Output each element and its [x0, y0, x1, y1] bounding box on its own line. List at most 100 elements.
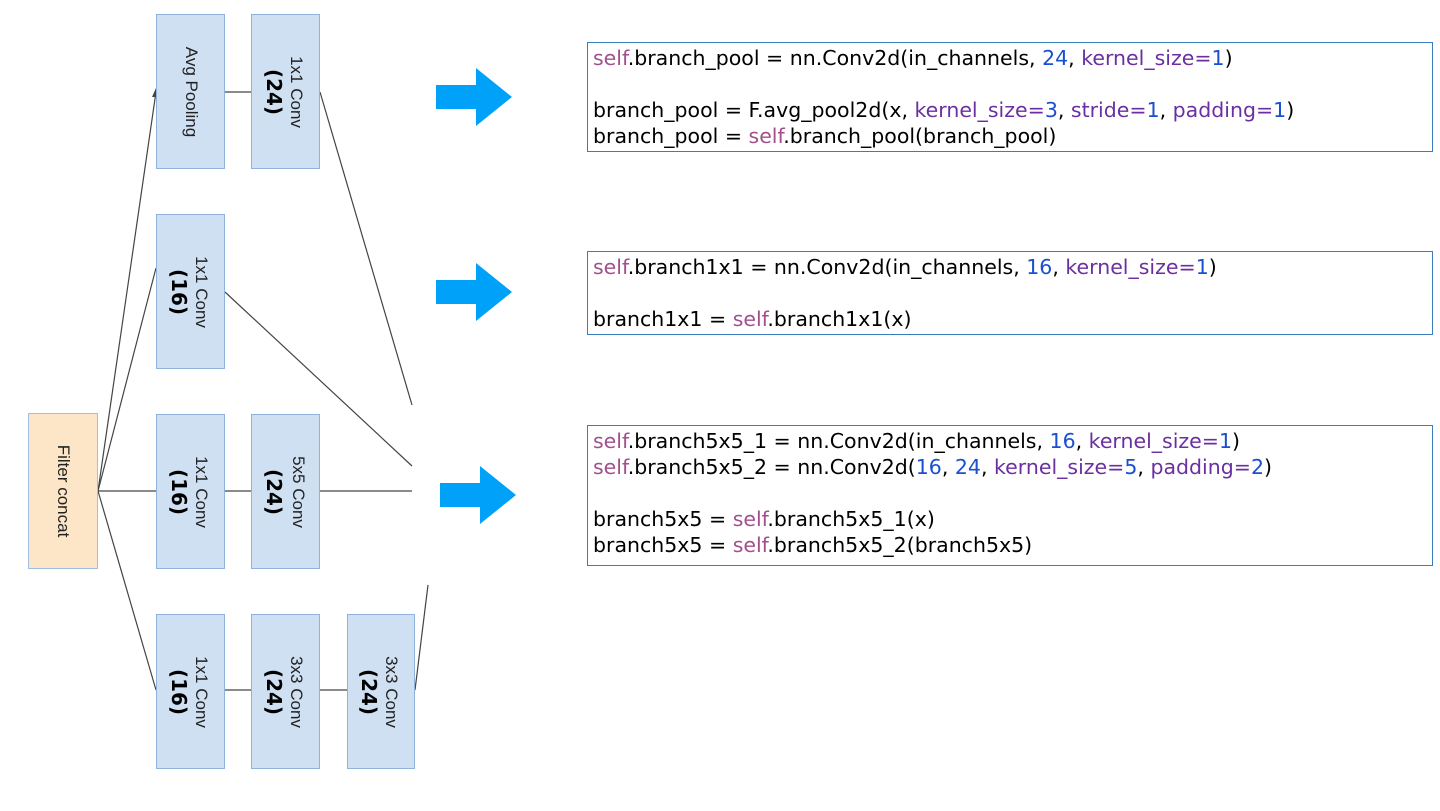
- code-token: kernel_size: [994, 455, 1108, 479]
- code-token: .branch1x1(x): [767, 307, 912, 331]
- branch3x3-3x3a-label: 3x3 Conv: [286, 655, 306, 728]
- pool-conv-channels: (24): [261, 68, 286, 115]
- code-token: 24: [1042, 46, 1069, 70]
- edge-3x3-out: [414, 584, 429, 691]
- avg-pooling-label: Avg Pooling: [181, 46, 201, 137]
- code-token: kernel_size: [914, 98, 1028, 122]
- branch5x5-5x5-label: 5x5 Conv: [288, 455, 308, 528]
- code-token: .branch5x5_2(branch5x5): [767, 533, 1033, 557]
- branch1x1-conv-label: 1x1 Conv: [191, 255, 211, 328]
- pool-conv-label: 1x1 Conv: [286, 55, 306, 128]
- arrow-right-icon: [440, 466, 516, 528]
- filter-concat-label: Filter concat: [54, 444, 73, 538]
- branch5x5-5x5-node: 5x5 Conv (24): [251, 414, 320, 569]
- code-token: 5: [1124, 455, 1138, 479]
- code-token: 2: [1250, 455, 1264, 479]
- code-block-branch5x5: self.branch5x5_1 = nn.Conv2d(in_channels…: [587, 425, 1433, 566]
- branch3x3-3x3a-node: 3x3 Conv (24): [251, 614, 320, 769]
- code-line: branch1x1 = self.branch1x1(x): [593, 306, 1427, 332]
- branch3x3-3x3b-channels: (24): [357, 668, 381, 715]
- branch3x3-1x1-node: 1x1 Conv (16): [156, 614, 225, 769]
- edge-pool-out: [319, 91, 413, 406]
- code-token: ,: [1075, 429, 1089, 453]
- code-token: padding: [1150, 455, 1234, 479]
- branch3x3-1x1-channels: (16): [166, 668, 191, 715]
- code-token: kernel_size: [1088, 429, 1202, 453]
- code-token: ): [1208, 255, 1217, 279]
- code-token: self: [732, 533, 768, 557]
- code-token: ,: [941, 455, 955, 479]
- branch3x3-1x1-label: 1x1 Conv: [191, 655, 211, 728]
- code-token: ): [1224, 46, 1233, 70]
- code-token: =: [1027, 98, 1045, 122]
- code-token: =: [1107, 455, 1125, 479]
- code-token: .branch5x5_1 = nn.Conv2d(in_channels,: [627, 429, 1050, 453]
- arrow-right-icon: [436, 68, 512, 130]
- code-token: self: [593, 455, 628, 479]
- code-token: ,: [1057, 98, 1071, 122]
- branch3x3-3x3b-node: 3x3 Conv (24): [347, 614, 415, 769]
- code-token: .branch_pool = nn.Conv2d(in_channels,: [627, 46, 1043, 70]
- code-token: branch5x5 =: [593, 533, 733, 557]
- pool-conv-node: 1x1 Conv (24): [251, 14, 320, 169]
- code-line: self.branch5x5_1 = nn.Conv2d(in_channels…: [593, 428, 1427, 454]
- code-token: self: [748, 124, 784, 148]
- code-token: ,: [1052, 255, 1066, 279]
- code-token: 16: [1049, 429, 1076, 453]
- code-token: self: [593, 255, 628, 279]
- code-token: .branch5x5_2 = nn.Conv2d(: [627, 455, 916, 479]
- branch3x3-3x3a-channels: (24): [261, 668, 286, 715]
- code-token: ): [1232, 429, 1241, 453]
- code-line: self.branch1x1 = nn.Conv2d(in_channels, …: [593, 254, 1427, 280]
- code-token: kernel_size: [1065, 255, 1179, 279]
- edge-concat-to-3x3-1x1: [97, 490, 157, 691]
- code-token: =: [1178, 255, 1196, 279]
- code-token: self: [593, 46, 628, 70]
- code-line: self.branch5x5_2 = nn.Conv2d(16, 24, ker…: [593, 454, 1427, 480]
- branch5x5-1x1-channels: (16): [166, 468, 191, 515]
- code-token: stride: [1070, 98, 1130, 122]
- code-token: ,: [1137, 455, 1151, 479]
- filter-concat-node: Filter concat: [28, 413, 98, 569]
- code-line: branch5x5 = self.branch5x5_2(branch5x5): [593, 532, 1427, 558]
- code-token: =: [1233, 455, 1251, 479]
- avg-pooling-node: Avg Pooling: [156, 14, 225, 169]
- code-token: kernel_size: [1081, 46, 1195, 70]
- code-token: .branch_pool(branch_pool): [783, 124, 1057, 148]
- code-token: ,: [980, 455, 995, 479]
- code-line: self.branch_pool = nn.Conv2d(in_channels…: [593, 45, 1427, 71]
- code-token: ,: [1159, 98, 1173, 122]
- arrow-right-icon: [436, 263, 512, 325]
- code-token: branch_pool =: [593, 124, 749, 148]
- code-token: branch_pool = F.avg_pool2d(x,: [593, 98, 915, 122]
- code-token: .branch1x1 = nn.Conv2d(in_channels,: [627, 255, 1027, 279]
- code-token: 3: [1044, 98, 1058, 122]
- code-token: =: [1194, 46, 1212, 70]
- code-token: 1: [1218, 429, 1233, 453]
- code-token: 16: [915, 455, 942, 479]
- code-line: branch_pool = F.avg_pool2d(x, kernel_siz…: [593, 97, 1427, 123]
- code-block-branch1x1: self.branch1x1 = nn.Conv2d(in_channels, …: [587, 251, 1433, 335]
- code-token: self: [732, 307, 768, 331]
- branch5x5-1x1-label: 1x1 Conv: [191, 455, 211, 528]
- code-line: branch5x5 = self.branch5x5_1(x): [593, 506, 1427, 532]
- code-block-branch-pool: self.branch_pool = nn.Conv2d(in_channels…: [587, 42, 1433, 152]
- code-token: =: [1129, 98, 1147, 122]
- branch1x1-conv-node: 1x1 Conv (16): [156, 214, 225, 369]
- code-token: ,: [1068, 46, 1082, 70]
- code-token: 1: [1211, 46, 1225, 70]
- code-line: branch_pool = self.branch_pool(branch_po…: [593, 123, 1427, 149]
- code-token: 24: [954, 455, 981, 479]
- code-token: 1: [1195, 255, 1209, 279]
- branch1x1-conv-channels: (16): [166, 268, 191, 315]
- code-token: ): [1286, 98, 1295, 122]
- code-token: .branch5x5_1(x): [767, 507, 935, 531]
- code-token: =: [1255, 98, 1274, 122]
- branch5x5-5x5-channels: (24): [261, 468, 286, 515]
- code-token: self: [732, 507, 768, 531]
- branch5x5-1x1-node: 1x1 Conv (16): [156, 414, 225, 569]
- code-token: 1: [1273, 98, 1287, 122]
